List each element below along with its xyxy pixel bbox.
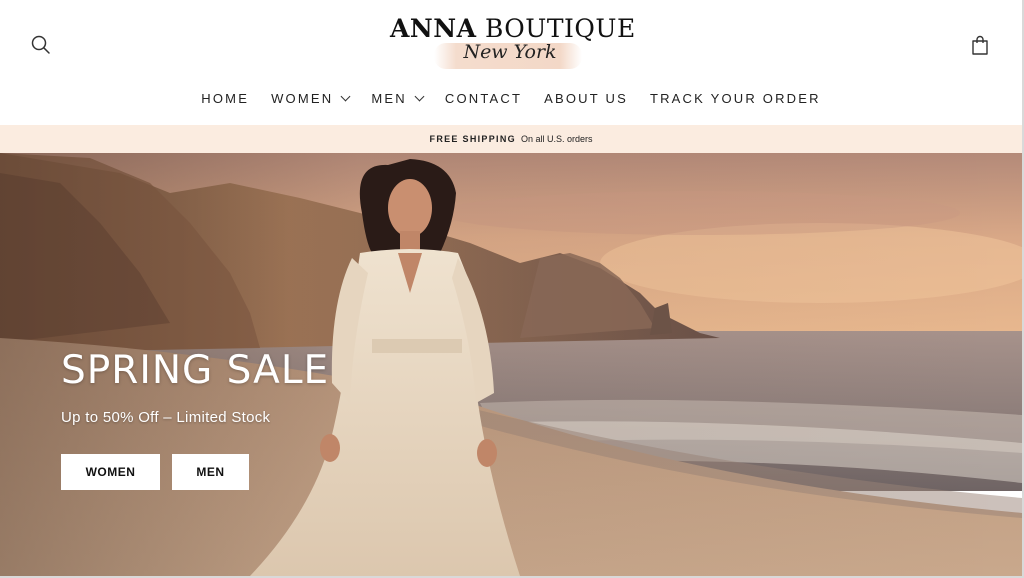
brand-name: ANNA BOUTIQUE: [390, 14, 635, 43]
site-header: ANNA BOUTIQUE New York HOME WOMEN MEN CO…: [0, 0, 1022, 125]
nav-label-contact: CONTACT: [444, 90, 523, 106]
chevron-down-icon: [414, 91, 425, 102]
shopping-bag-icon[interactable]: [968, 33, 992, 57]
search-icon[interactable]: [29, 33, 53, 57]
nav-label-track-order: TRACK YOUR ORDER: [649, 90, 821, 106]
shop-women-button[interactable]: WOMEN: [61, 454, 160, 490]
nav-item-home[interactable]: HOME: [201, 91, 249, 106]
nav-label-men: MEN: [371, 90, 407, 106]
nav-label-home: HOME: [201, 90, 250, 106]
hero-title: SPRING SALE: [61, 348, 330, 393]
brand-subtitle: New York: [463, 41, 557, 63]
nav-label-women: WOMEN: [271, 90, 334, 106]
announcement-bar: FREE SHIPPING On all U.S. orders: [0, 125, 1022, 153]
nav-item-women[interactable]: WOMEN: [271, 90, 351, 106]
announcement-text: On all U.S. orders: [520, 134, 593, 144]
brand-name-light: BOUTIQUE: [484, 14, 636, 43]
brand-name-bold: ANNA: [390, 14, 477, 43]
nav-item-track-order[interactable]: TRACK YOUR ORDER: [650, 91, 821, 106]
nav-item-about-us[interactable]: ABOUT US: [544, 91, 628, 106]
brand-logo[interactable]: ANNA BOUTIQUE New York: [390, 10, 635, 72]
announcement-bold: FREE SHIPPING: [429, 134, 516, 144]
nav-item-men[interactable]: MEN: [371, 90, 425, 106]
main-nav: HOME WOMEN MEN CONTACT ABOUT US TRACK YO…: [0, 87, 1022, 109]
nav-label-about-us: ABOUT US: [544, 90, 628, 106]
browser-page: ANNA BOUTIQUE New York HOME WOMEN MEN CO…: [0, 0, 1024, 578]
chevron-down-icon: [340, 91, 351, 102]
hero-banner: SPRING SALE Up to 50% Off – Limited Stoc…: [0, 153, 1022, 576]
nav-item-contact[interactable]: CONTACT: [445, 91, 522, 106]
shop-men-button[interactable]: MEN: [172, 454, 249, 490]
hero-subtitle: Up to 50% Off – Limited Stock: [61, 409, 271, 426]
